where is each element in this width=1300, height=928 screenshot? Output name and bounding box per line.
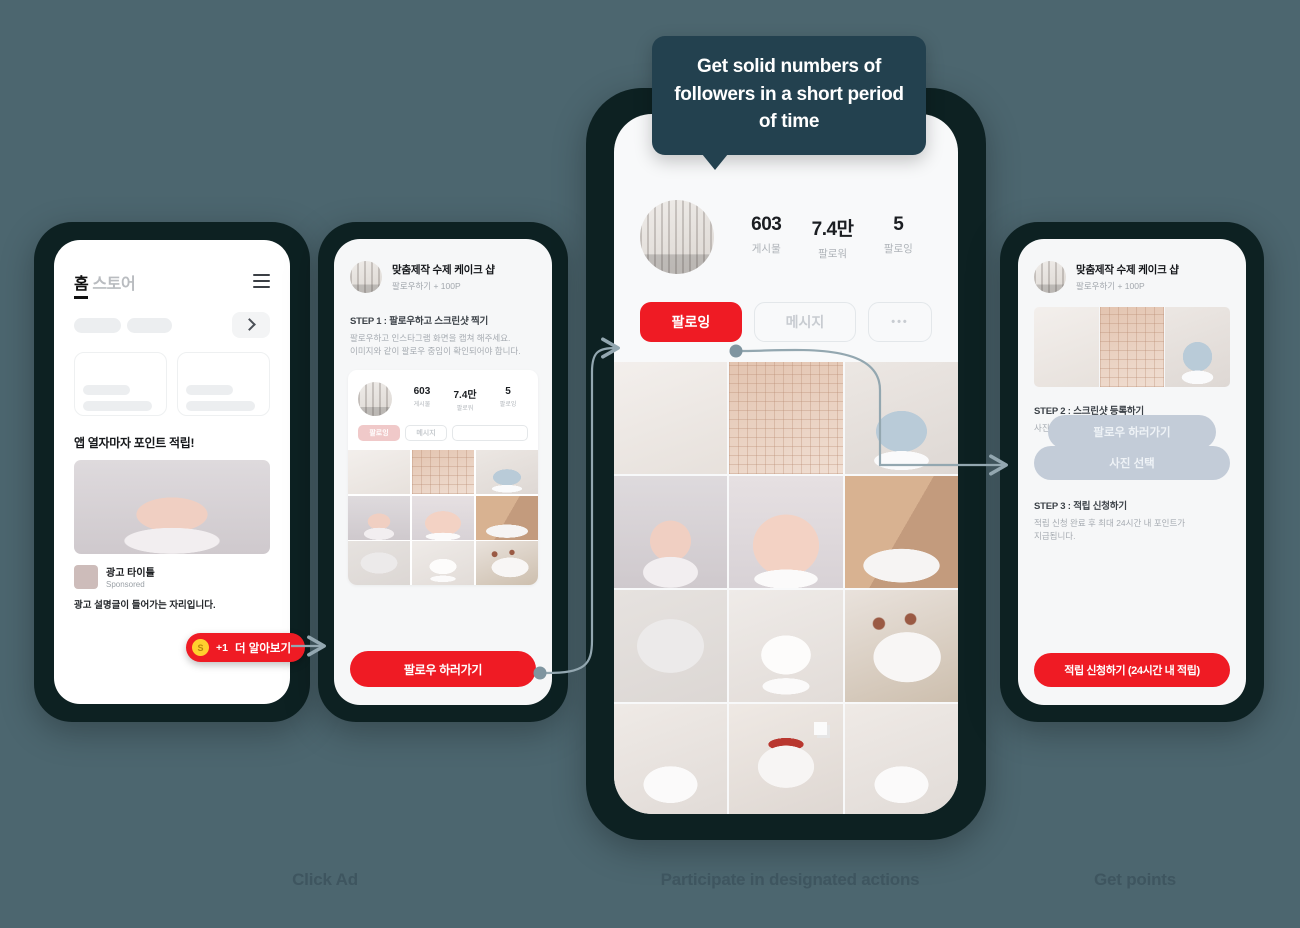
ad-image <box>74 460 270 554</box>
tab-store[interactable]: 스토어 <box>92 276 135 293</box>
step-3-title: STEP 3 : 적립 신청하기 <box>1034 501 1127 513</box>
caption-step-3: Get points <box>1093 870 1177 889</box>
grid-photo[interactable] <box>614 362 728 474</box>
placeholder-chip <box>127 317 172 333</box>
grid-photo[interactable] <box>844 704 958 814</box>
grid-photo[interactable] <box>844 476 958 588</box>
pick-photo-button[interactable]: 사진 선택 <box>1034 446 1230 481</box>
step-3-description: 적립 신청 완료 후 최대 24시간 내 포인트가 지급됩니다. <box>1034 518 1186 542</box>
profile-stats: 603 게시물 7.4만 팔로워 5 팔로잉 <box>736 214 932 261</box>
profile-avatar[interactable] <box>640 200 714 274</box>
message-button[interactable]: 메시지 <box>754 302 856 342</box>
shop-reward-label: 팔로우하기 + 100P <box>1076 281 1145 291</box>
grid-photo[interactable] <box>729 476 843 588</box>
tab-home[interactable]: 홈 <box>74 276 89 299</box>
phone-1-header: 홈 스토어 <box>54 240 290 299</box>
step-1-block: STEP 1 : 팔로우하고 스크린샷 찍기 팔로우하고 인스타그램 화면을 캡… <box>334 293 552 358</box>
placeholder-chip <box>74 317 121 333</box>
phone-2-screen: 맞춤제작 수제 케이크 샵 팔로우하기 + 100P STEP 1 : 팔로우하… <box>334 239 552 705</box>
learn-more-cta-button[interactable]: S +1 더 알아보기 <box>186 633 306 662</box>
stat-followers[interactable]: 7.4만 팔로워 <box>812 214 854 261</box>
grid-photo[interactable] <box>844 590 958 702</box>
points-badge: +1 <box>216 641 228 654</box>
go-follow-button-disabled[interactable]: 팔로우 하러가기 <box>1048 415 1216 449</box>
phone-mockup-1: 홈 스토어 앱 열자마자 포인트 적립! 광고 타이틀 Sponsored 광고… <box>34 222 310 722</box>
ad-heading: 앱 열자마자 포인트 적립! <box>74 436 195 450</box>
preview-action-row: 팔로잉 메시지 <box>348 416 538 450</box>
preview-stat: 5 팔로잉 <box>499 386 517 409</box>
profile-photo-grid <box>614 362 958 814</box>
placeholder-card <box>74 352 167 416</box>
phone-mockup-3: 603 게시물 7.4만 팔로워 5 팔로잉 팔로잉 메시지 ••• <box>586 88 986 840</box>
more-options-button[interactable]: ••• <box>868 302 932 342</box>
placeholder-chip-row <box>54 294 290 338</box>
tooltip-callout: Get solid numbers of followers in a shor… <box>652 36 926 170</box>
flow-diagram-canvas: 홈 스토어 앱 열자마자 포인트 적립! 광고 타이틀 Sponsored 광고… <box>0 0 1300 928</box>
phone-4-shop-header: 맞춤제작 수제 케이크 샵 팔로우하기 + 100P <box>1018 239 1246 293</box>
preview-stat: 7.4만 팔로워 <box>453 390 477 413</box>
phone-2-shop-header: 맞춤제작 수제 케이크 샵 팔로우하기 + 100P <box>334 239 552 293</box>
following-button[interactable]: 팔로잉 <box>640 302 742 342</box>
placeholder-card <box>177 352 270 416</box>
learn-more-label: 더 알아보기 <box>234 642 292 655</box>
phone-mockup-4: 맞춤제작 수제 케이크 샵 팔로우하기 + 100P 팔로우 하러가기 STEP… <box>1000 222 1264 722</box>
profile-action-buttons: 팔로잉 메시지 ••• <box>614 274 958 342</box>
phone-1-tabs: 홈 스토어 <box>74 270 136 299</box>
grid-photo[interactable] <box>729 704 843 814</box>
ad-advertiser-thumbnail <box>74 564 98 589</box>
go-follow-button[interactable]: 팔로우 하러가기 <box>350 651 536 687</box>
chevron-right-icon[interactable] <box>232 312 270 338</box>
phone-mockup-2: 맞춤제작 수제 케이크 샵 팔로우하기 + 100P STEP 1 : 팔로우하… <box>318 222 568 722</box>
grid-photo[interactable] <box>614 590 728 702</box>
shop-reward-label: 팔로우하기 + 100P <box>392 281 461 291</box>
preview-photo-grid <box>348 450 538 586</box>
grid-photo[interactable] <box>844 362 958 474</box>
ad-meta: 광고 타이틀 Sponsored <box>54 554 290 589</box>
shop-name: 맞춤제작 수제 케이크 샵 <box>392 264 495 276</box>
caption-step-1: Click Ad <box>292 870 358 889</box>
preview-following-button: 팔로잉 <box>358 425 400 442</box>
step-3-block: STEP 3 : 적립 신청하기 적립 신청 완료 후 최대 24시간 내 포인… <box>1018 480 1246 543</box>
phone-4-screen: 맞춤제작 수제 케이크 샵 팔로우하기 + 100P 팔로우 하러가기 STEP… <box>1018 239 1246 705</box>
preview-stat: 603 게시물 <box>413 386 431 409</box>
preview-message-button: 메시지 <box>405 425 447 442</box>
placeholder-card-row <box>54 338 290 416</box>
grid-photo[interactable] <box>729 590 843 702</box>
caption-step-2: Participate in designated actions <box>660 870 920 889</box>
preview-stat-group: 603 게시물 7.4만 팔로워 5 팔로잉 <box>402 386 528 412</box>
ad-title: 광고 타이틀 <box>106 568 155 579</box>
shop-avatar <box>1034 261 1066 293</box>
grid-photo[interactable] <box>614 476 728 588</box>
grid-photo[interactable] <box>614 704 728 814</box>
shop-avatar <box>350 261 382 293</box>
hamburger-icon[interactable] <box>253 274 270 288</box>
step-1-title: STEP 1 : 팔로우하고 스크린샷 찍기 <box>350 316 489 327</box>
uploaded-screenshot-preview <box>1034 307 1230 387</box>
ad-description: 광고 설명글이 들어가는 자리입니다. <box>74 600 216 611</box>
shop-name: 맞춤제작 수제 케이크 샵 <box>1076 264 1179 276</box>
preview-more-button <box>452 425 528 442</box>
grid-photo[interactable] <box>729 362 843 474</box>
phone-3-screen: 603 게시물 7.4만 팔로워 5 팔로잉 팔로잉 메시지 ••• <box>614 114 958 814</box>
step-1-description: 팔로우하고 인스타그램 화면을 캡쳐 해주세요. 이미지와 같이 팔로우 중임이 … <box>350 333 521 357</box>
stat-posts[interactable]: 603 게시물 <box>751 214 782 261</box>
preview-stats-row: 603 게시물 7.4만 팔로워 5 팔로잉 <box>348 370 538 417</box>
instagram-screenshot-preview: 603 게시물 7.4만 팔로워 5 팔로잉 팔로잉 메시지 <box>348 370 538 586</box>
coin-icon: S <box>192 639 209 656</box>
ad-sponsored-label: Sponsored <box>106 580 145 589</box>
note-sticker-icon <box>813 721 827 735</box>
preview-avatar <box>358 382 392 417</box>
submit-points-button[interactable]: 적립 신청하기 (24시간 내 적립) <box>1034 653 1230 687</box>
stat-following[interactable]: 5 팔로잉 <box>884 214 913 261</box>
